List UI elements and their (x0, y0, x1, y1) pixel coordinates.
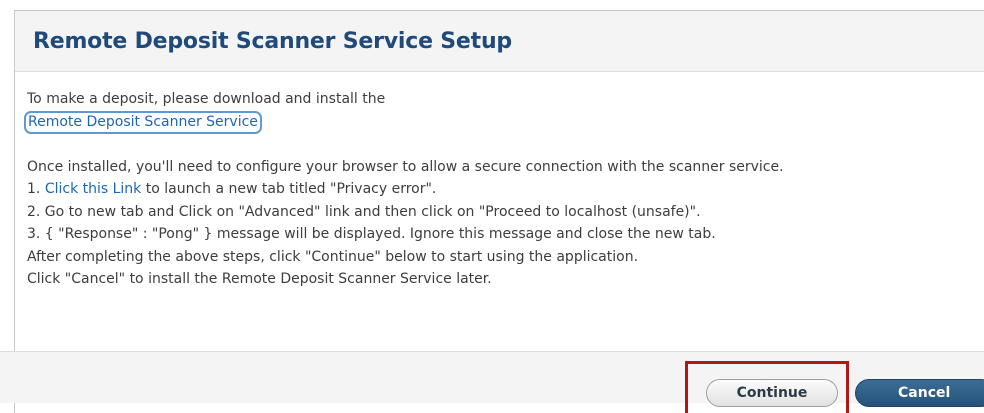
after-text: After completing the above steps, click … (27, 248, 639, 265)
click-this-link[interactable]: Click this Link (45, 181, 141, 197)
step-1-prefix: 1. (27, 181, 45, 197)
step-2: 2. Go to new tab and Click on "Advanced"… (27, 203, 701, 220)
cancel-info-text: Click "Cancel" to install the Remote Dep… (27, 271, 492, 287)
continue-button[interactable]: Continue (706, 379, 838, 407)
dialog-header: Remote Deposit Scanner Service Setup (15, 11, 984, 72)
step-3: 3. { "Response" : "Pong" } message will … (27, 226, 716, 242)
intro-text: To make a deposit, please download and i… (27, 91, 386, 107)
step-1-suffix: to launch a new tab titled "Privacy erro… (141, 181, 437, 197)
step-1: 1. Click this Link to launch a new tab t… (27, 178, 984, 201)
dialog-title: Remote Deposit Scanner Service Setup (33, 29, 512, 54)
service-download-link[interactable]: Remote Deposit Scanner Service (24, 110, 262, 134)
service-link-line: Remote Deposit Scanner Service (24, 110, 984, 134)
config-text: Once installed, you'll need to configure… (27, 158, 784, 175)
dialog-body: To make a deposit, please download and i… (15, 72, 984, 291)
cancel-button[interactable]: Cancel (855, 379, 984, 407)
